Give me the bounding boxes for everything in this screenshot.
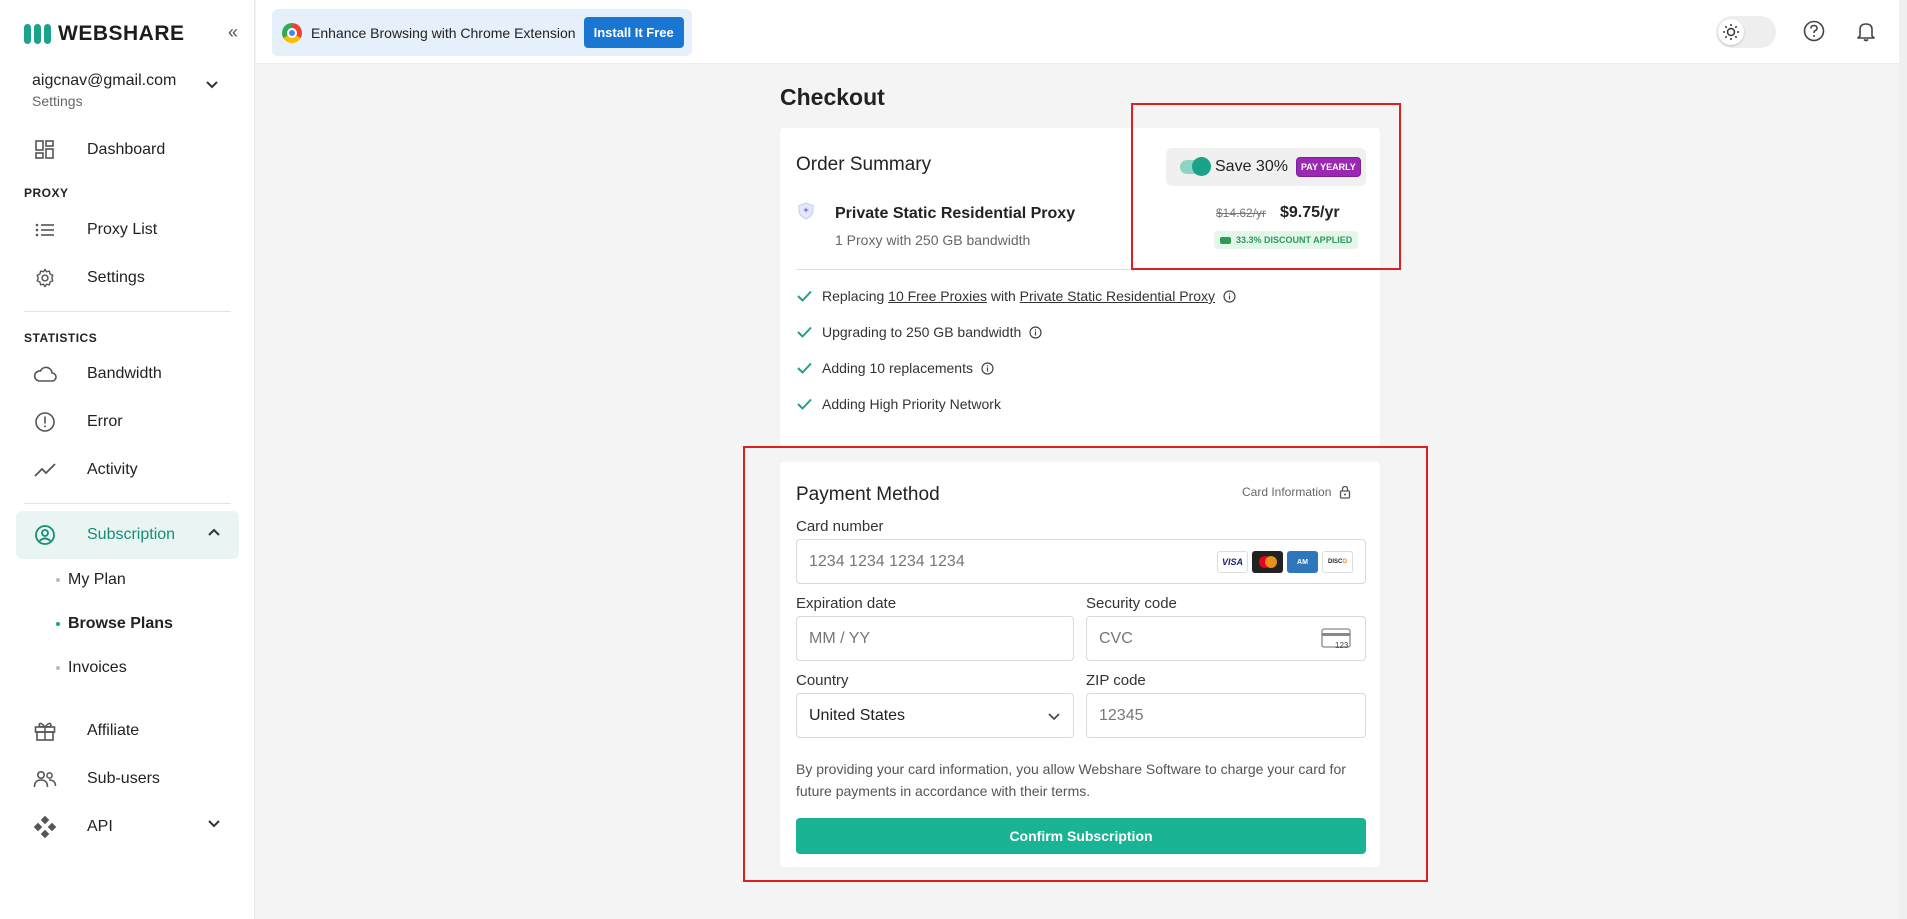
sidebar-item-label: Proxy List — [87, 221, 158, 238]
webshare-logo-icon — [24, 24, 51, 44]
install-extension-button[interactable]: Install It Free — [583, 17, 684, 48]
check-icon — [797, 398, 812, 410]
sidebar-item-sub-users[interactable]: Sub-users — [16, 755, 239, 803]
shield-icon — [798, 202, 814, 220]
sidebar-subitem-my-plan[interactable]: My Plan — [56, 571, 126, 589]
sidebar-item-label: Activity — [87, 461, 138, 478]
sidebar-item-label: Bandwidth — [87, 365, 162, 382]
feature-text: Adding 10 replacements — [822, 360, 973, 376]
sidebar-item-label: Affiliate — [87, 722, 140, 739]
divider — [24, 503, 231, 504]
sidebar-item-error[interactable]: Error — [16, 398, 239, 446]
info-icon[interactable] — [1223, 289, 1236, 303]
section-label-statistics: STATISTICS — [24, 331, 98, 345]
feature-text: Upgrading to 250 GB bandwidth — [822, 324, 1022, 340]
feature-item: Adding High Priority Network — [796, 396, 1001, 412]
sidebar-item-activity[interactable]: Activity — [16, 446, 239, 494]
feature-text: Replacing — [822, 288, 889, 304]
info-icon[interactable] — [1029, 325, 1042, 339]
sidebar-item-label: Settings — [87, 269, 145, 286]
help-icon[interactable] — [1803, 20, 1825, 42]
sidebar-item-api[interactable]: API — [16, 803, 239, 851]
chrome-extension-banner: Enhance Browsing with Chrome Extension I… — [272, 9, 692, 56]
top-bar: Enhance Browsing with Chrome Extension I… — [256, 0, 1907, 64]
account-settings-label: Settings — [32, 93, 83, 109]
sidebar-item-affiliate[interactable]: Affiliate — [16, 707, 239, 755]
info-icon[interactable] — [981, 361, 994, 375]
product-link[interactable]: Private Static Residential Proxy — [1020, 288, 1215, 304]
chevron-down-icon[interactable] — [207, 819, 221, 829]
feature-text: with — [986, 288, 1020, 304]
sidebar-item-settings[interactable]: Settings — [16, 254, 239, 302]
bullet-icon — [56, 666, 60, 670]
error-icon — [16, 411, 72, 433]
sidebar-item-label: Subscription — [87, 526, 176, 543]
sidebar-subitem-label: My Plan — [68, 571, 126, 588]
sidebar-item-label: Sub-users — [87, 770, 160, 787]
sidebar: WEBSHARE « aigcnav@gmail.com Settings Da… — [0, 0, 255, 919]
sun-icon — [1718, 19, 1744, 45]
brand-name: WEBSHARE — [58, 22, 185, 45]
page-scrollbar[interactable] — [1899, 0, 1907, 919]
people-icon — [16, 770, 72, 788]
check-icon — [797, 362, 812, 374]
sidebar-item-proxy-list[interactable]: Proxy List — [16, 206, 239, 254]
api-icon — [16, 816, 72, 838]
free-proxies-link[interactable]: 10 Free Proxies — [888, 288, 987, 304]
sidebar-item-label: API — [87, 818, 113, 835]
section-label-proxy: PROXY — [24, 186, 69, 200]
feature-item: Adding 10 replacements — [796, 360, 994, 376]
bullet-icon — [56, 578, 60, 582]
sidebar-item-subscription[interactable]: Subscription — [16, 511, 239, 559]
feature-item: Replacing 10 Free Proxies with Private S… — [796, 288, 1236, 304]
page-title: Checkout — [780, 84, 885, 110]
account-menu[interactable]: aigcnav@gmail.com Settings — [32, 72, 176, 109]
sidebar-item-dashboard[interactable]: Dashboard — [16, 126, 239, 174]
product-name: Private Static Residential Proxy — [835, 205, 1076, 222]
sidebar-item-label: Dashboard — [87, 141, 166, 158]
trend-icon — [16, 463, 72, 477]
sidebar-subitem-label: Browse Plans — [68, 615, 173, 632]
chevron-up-icon[interactable] — [207, 527, 221, 537]
highlight-box-pricing — [1131, 103, 1401, 270]
dashboard-icon — [16, 140, 72, 160]
feature-text: Adding High Priority Network — [822, 396, 1001, 412]
order-summary-title: Order Summary — [796, 154, 932, 175]
divider — [24, 311, 231, 312]
product-description: 1 Proxy with 250 GB bandwidth — [835, 232, 1031, 248]
promo-text: Enhance Browsing with Chrome Extension — [311, 24, 576, 41]
bullet-icon — [56, 622, 60, 626]
cloud-icon — [16, 366, 72, 382]
sidebar-item-label: Error — [87, 413, 123, 430]
account-circle-icon — [16, 524, 72, 546]
sidebar-subitem-invoices[interactable]: Invoices — [56, 659, 127, 677]
account-email: aigcnav@gmail.com — [32, 72, 177, 89]
chrome-icon — [282, 22, 302, 43]
gear-icon — [16, 267, 72, 289]
check-icon — [797, 290, 812, 302]
feature-item: Upgrading to 250 GB bandwidth — [796, 324, 1042, 340]
bell-icon[interactable] — [1856, 20, 1876, 42]
gift-icon — [16, 721, 72, 741]
sidebar-subitem-browse-plans[interactable]: Browse Plans — [56, 615, 173, 633]
theme-toggle[interactable] — [1716, 16, 1776, 48]
logo[interactable]: WEBSHARE — [24, 22, 185, 46]
check-icon — [797, 326, 812, 338]
list-icon — [16, 223, 72, 237]
sidebar-item-bandwidth[interactable]: Bandwidth — [16, 350, 239, 398]
collapse-sidebar-icon[interactable]: « — [228, 22, 238, 43]
highlight-box-payment — [743, 446, 1428, 882]
chevron-down-icon[interactable] — [205, 80, 219, 90]
sidebar-subitem-label: Invoices — [68, 659, 127, 676]
